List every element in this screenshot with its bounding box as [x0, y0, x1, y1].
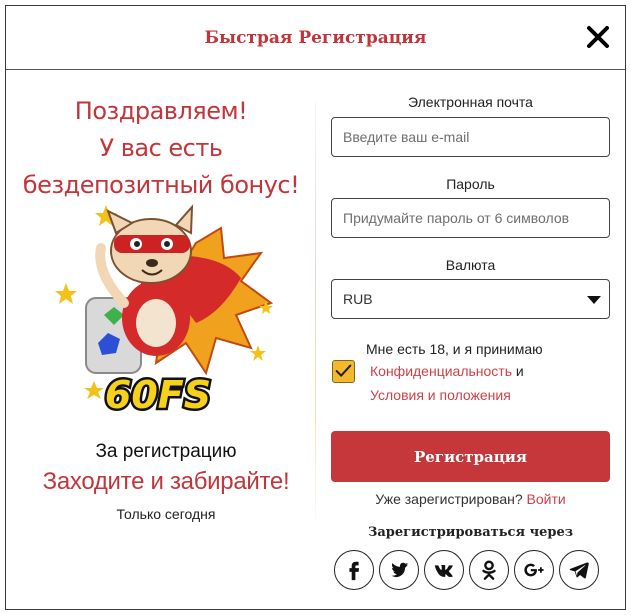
checkmark-icon: [335, 364, 352, 377]
telegram-icon[interactable]: [559, 550, 599, 590]
divider: [315, 101, 316, 521]
password-input[interactable]: [331, 198, 610, 238]
agreement-and: и: [512, 363, 524, 379]
promo-line-1: За регистрацию: [95, 441, 237, 462]
agreement-text: Мне есть 18, и я принимаю: [366, 341, 543, 357]
social-buttons: [334, 550, 599, 590]
promo-line-3: Только сегодня: [116, 506, 216, 522]
chevron-down-icon: [587, 296, 601, 304]
currency-label: Валюта: [445, 257, 496, 273]
modal-header: Быстрая Регистрация: [6, 6, 625, 70]
close-icon[interactable]: [585, 24, 611, 50]
already-registered: Уже зарегистрирован? Войти: [331, 491, 610, 507]
bonus-badge: 60FS: [105, 373, 211, 417]
registration-modal: Быстрая Регистрация Поздравляем! У вас е…: [5, 5, 626, 610]
promo-line-2: Заходите и забирайте!: [42, 468, 290, 495]
promo-heading: Поздравляем! У вас есть бездепозитный бо…: [22, 97, 300, 199]
email-label: Электронная почта: [408, 94, 533, 110]
currency-select[interactable]: RUB: [331, 279, 610, 319]
modal-title: Быстрая Регистрация: [204, 28, 427, 48]
email-input[interactable]: [331, 117, 610, 157]
currency-selected-value: RUB: [343, 291, 373, 307]
login-link[interactable]: Войти: [527, 491, 566, 507]
register-button[interactable]: Регистрация: [331, 431, 610, 482]
terms-line: Условия и положения: [370, 387, 511, 403]
agreement-line: Конфиденциальность и: [370, 363, 524, 379]
mascot-illustration: 60FS: [55, 204, 274, 420]
already-registered-text: Уже зарегистрирован?: [375, 491, 523, 507]
password-label: Пароль: [446, 176, 495, 192]
social-title: Зарегистрироваться через: [367, 525, 574, 540]
bonus-promo: Поздравляем! У вас есть бездепозитный бо…: [6, 71, 311, 522]
twitter-icon[interactable]: [379, 550, 419, 590]
agreement-checkbox[interactable]: [332, 360, 355, 383]
privacy-link[interactable]: Конфиденциальность: [370, 363, 512, 379]
terms-link[interactable]: Условия и положения: [370, 387, 511, 403]
google-plus-icon[interactable]: [514, 550, 554, 590]
facebook-icon[interactable]: [334, 550, 374, 590]
odnoklassniki-icon[interactable]: [469, 550, 509, 590]
vk-icon[interactable]: [424, 550, 464, 590]
